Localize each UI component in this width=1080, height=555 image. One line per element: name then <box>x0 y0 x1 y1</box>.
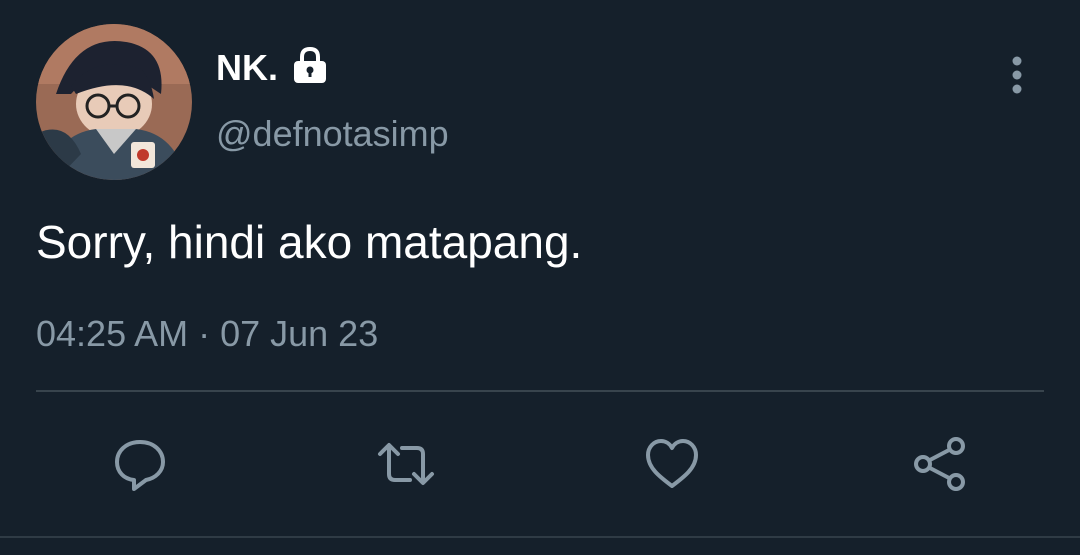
display-name[interactable]: NK. <box>216 48 278 88</box>
reply-button[interactable] <box>108 432 172 496</box>
bottom-divider <box>0 536 1080 538</box>
display-name-row[interactable]: NK. <box>216 45 330 88</box>
tweet-text: Sorry, hindi ako matapang. <box>36 216 583 268</box>
avatar[interactable] <box>36 24 192 180</box>
user-handle[interactable]: @defnotasimp <box>216 112 449 156</box>
tweet-timestamp[interactable]: 04:25 AM · 07 Jun 23 <box>36 312 378 356</box>
like-button[interactable] <box>640 432 704 496</box>
lock-icon <box>290 45 330 85</box>
retweet-button[interactable] <box>374 432 438 496</box>
heart-icon <box>646 439 698 488</box>
share-button[interactable] <box>908 432 972 496</box>
share-icon <box>914 437 965 491</box>
retweet-icon <box>378 443 434 485</box>
avatar-image <box>36 24 192 180</box>
tweet-card: NK. @defnotasimp Sorry, hindi ako matapa… <box>0 0 1080 555</box>
more-vertical-icon <box>1012 56 1022 94</box>
divider <box>36 390 1044 392</box>
more-options-button[interactable] <box>996 52 1038 98</box>
speech-bubble-icon <box>115 440 165 491</box>
